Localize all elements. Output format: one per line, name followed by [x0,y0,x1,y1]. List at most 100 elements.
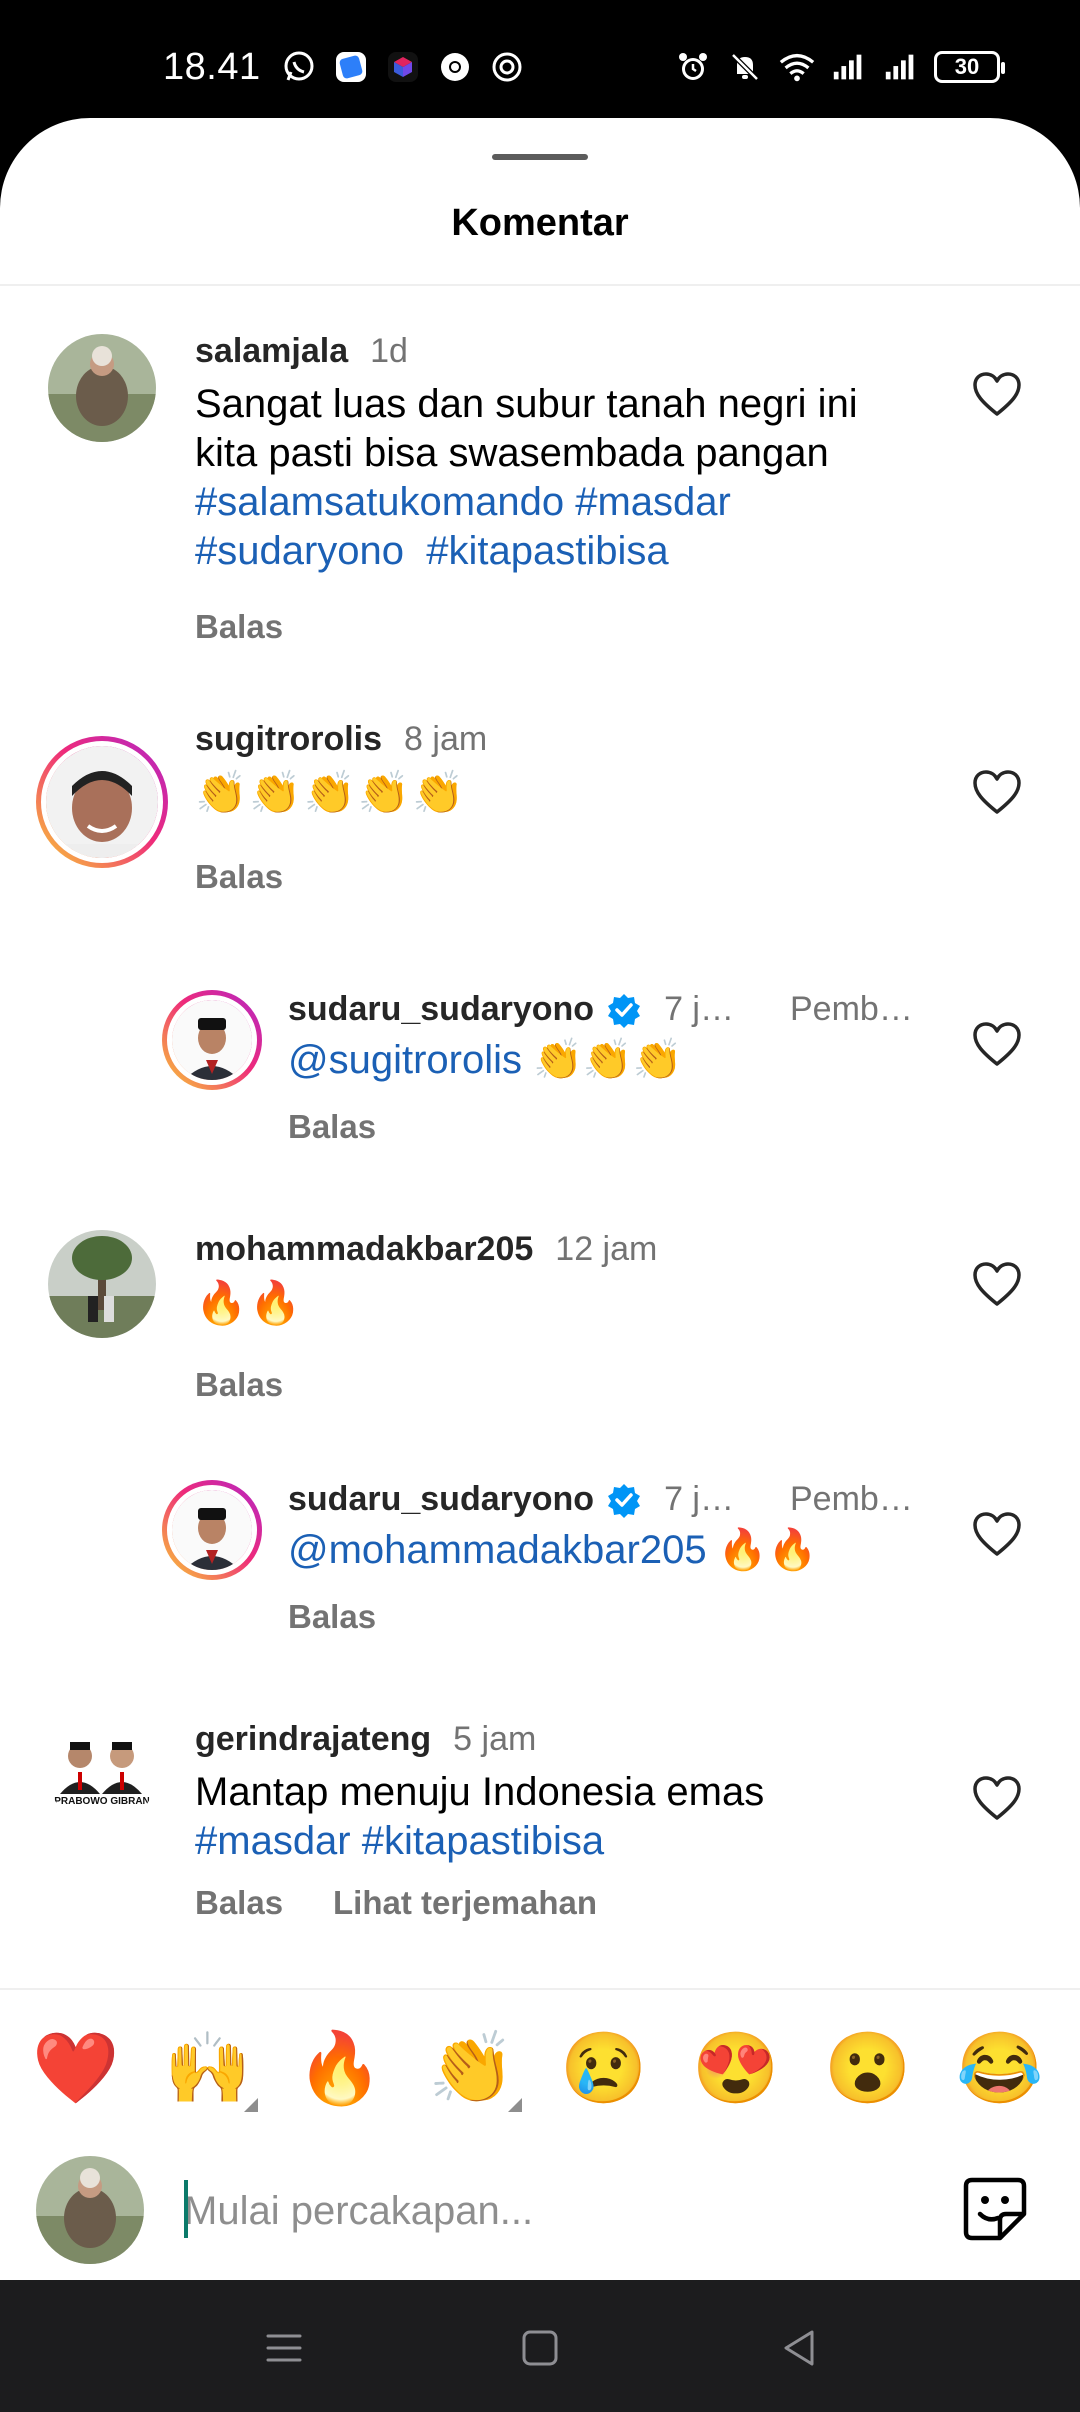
emoji-reaction-bar: ❤️ 🙌 🔥 👏 😢 😍 😮 😂 [0,2018,1080,2138]
comment-time: 12 jam [555,1230,658,1268]
comment-time: 7 j… [664,1480,734,1518]
alarm-icon [674,48,712,86]
like-heart-icon[interactable] [972,770,1022,816]
comment-username[interactable]: gerindrajateng [195,1720,431,1759]
comment-username[interactable]: salamjala [195,332,348,371]
like-heart-icon[interactable] [972,1776,1022,1822]
comment-time: 5 jam [453,1720,537,1758]
wifi-icon [778,48,816,86]
comment-time: 7 j… [664,990,734,1028]
skin-tone-indicator [244,2098,258,2112]
emoji-raising-hands-button[interactable]: 🙌 [158,2018,258,2118]
signal-icon [830,48,868,86]
comment-emoji: 👏👏👏 [522,1038,683,1082]
avatar[interactable] [48,334,156,442]
mention-link[interactable]: @mohammadakbar205 [288,1528,707,1572]
comment-time: 8 jam [404,720,488,758]
like-heart-icon[interactable] [972,1262,1022,1308]
comment-emoji: 🔥🔥 [706,1528,818,1572]
emoji-clapping-button[interactable]: 👏 [422,2018,522,2118]
emoji-glyph: 🙌 [164,2029,252,2107]
home-icon[interactable] [516,2324,564,2372]
reply-button[interactable]: Balas [288,1598,376,1636]
battery-indicator: 30 [934,51,1005,83]
menu-icon[interactable] [260,2324,308,2372]
mention-link[interactable]: @sugitrorolis [288,1038,522,1082]
reply-item: sudaru_sudaryono 7 j… Pemb… @sugitroroli… [0,968,1080,1188]
like-heart-icon[interactable] [972,1512,1022,1558]
reply-button[interactable]: Balas [195,858,283,896]
comment-item: mohammadakbar205 12 jam 🔥🔥 Balas [0,1208,1080,1438]
avatar[interactable] [162,1480,262,1580]
status-app-icons [280,48,526,86]
current-user-avatar [36,2156,144,2264]
avatar-caption: PRABOWO GIBRAN [54,1796,150,1807]
drag-handle[interactable] [492,154,588,160]
comment-item: PRABOWO GIBRAN gerindrajateng 5 jam Mant… [0,1698,1080,1988]
comments-list[interactable]: salamjala 1d Sangat luas dan subur tanah… [0,288,1080,1988]
avatar[interactable] [162,990,262,1090]
reply-button[interactable]: Balas [195,1366,283,1404]
hashtag-link[interactable]: #sudaryono #kitapastibisa [195,527,955,576]
skin-tone-indicator [508,2098,522,2112]
emoji-surprised-button[interactable]: 😮 [818,2018,918,2118]
emoji-glyph: 👏 [428,2029,516,2107]
pinned-label: Pemb… [790,1480,913,1518]
comment-input[interactable] [184,2176,924,2246]
comment-text: @mohammadakbar205 🔥🔥 [288,1526,817,1575]
emoji-heart-eyes-button[interactable]: 😍 [686,2018,786,2118]
back-icon[interactable] [776,2324,824,2372]
emoji-heart-button[interactable]: ❤️ [26,2018,126,2118]
comment-text: 👏👏👏👏👏 [195,769,467,816]
sticker-icon[interactable] [960,2174,1030,2244]
like-heart-icon[interactable] [972,1022,1022,1068]
comment-text: Mantap menuju Indonesia emas #masdar #ki… [195,1768,955,1866]
comment-username[interactable]: mohammadakbar205 [195,1230,533,1269]
status-time: 18.41 [163,46,261,88]
comment-username[interactable]: sugitrorolis [195,720,382,759]
comment-item: sugitrorolis 8 jam 👏👏👏👏👏 Balas [0,708,1080,948]
threads-icon [488,48,526,86]
like-heart-icon[interactable] [972,372,1022,418]
status-bar: 18.41 30 [0,0,1080,120]
emoji-fire-button[interactable]: 🔥 [290,2018,390,2118]
status-right-icons: 30 [674,48,1005,86]
divider [0,284,1080,286]
comment-text-line: Sangat luas dan subur tanah negri ini [195,382,858,426]
verified-badge-icon [608,993,641,1028]
comment-time: 1d [370,332,408,370]
hashtag-link[interactable]: #masdar #kitapastibisa [195,1817,955,1866]
system-navigation-bar [0,2280,1080,2412]
avatar[interactable] [48,1230,156,1338]
app-icon-blue [332,48,370,86]
text-cursor [184,2180,188,2238]
comment-text: 🔥🔥 [195,1279,304,1326]
reply-button[interactable]: Balas [195,1884,283,1922]
reply-button[interactable]: Balas [288,1108,376,1146]
comment-username[interactable]: sudaru_sudaryono [288,990,594,1029]
comment-text: @sugitrorolis 👏👏👏 [288,1036,683,1085]
see-translation-button[interactable]: Lihat terjemahan [333,1884,597,1922]
comment-composer [0,2138,1080,2280]
emoji-laughing-button[interactable]: 😂 [950,2018,1050,2118]
signal-icon [882,48,920,86]
chrome-icon [436,48,474,86]
sheet-title: Komentar [451,202,629,244]
comment-username[interactable]: sudaru_sudaryono [288,1480,594,1519]
verified-badge-icon [608,1483,641,1518]
mute-icon [726,48,764,86]
reply-button[interactable]: Balas [195,608,283,646]
avatar[interactable]: PRABOWO GIBRAN [48,1720,156,1828]
comment-text-line: Mantap menuju Indonesia emas [195,1770,765,1814]
comments-sheet: Komentar salamjala 1d Sangat luas dan su… [0,118,1080,2280]
whatsapp-icon [280,48,318,86]
pinned-label: Pemb… [790,990,913,1028]
emoji-crying-button[interactable]: 😢 [554,2018,654,2118]
hashtag-link[interactable]: #salamsatukomando #masdar [195,478,955,527]
reply-item: sudaru_sudaryono 7 j… Pemb… @mohammadakb… [0,1458,1080,1678]
comment-text: Sangat luas dan subur tanah negri ini ki… [195,380,955,576]
comment-text-line: kita pasti bisa swasembada pangan [195,431,829,475]
divider [0,1988,1080,1990]
avatar[interactable] [36,736,168,868]
comment-item: salamjala 1d Sangat luas dan subur tanah… [0,288,1080,688]
